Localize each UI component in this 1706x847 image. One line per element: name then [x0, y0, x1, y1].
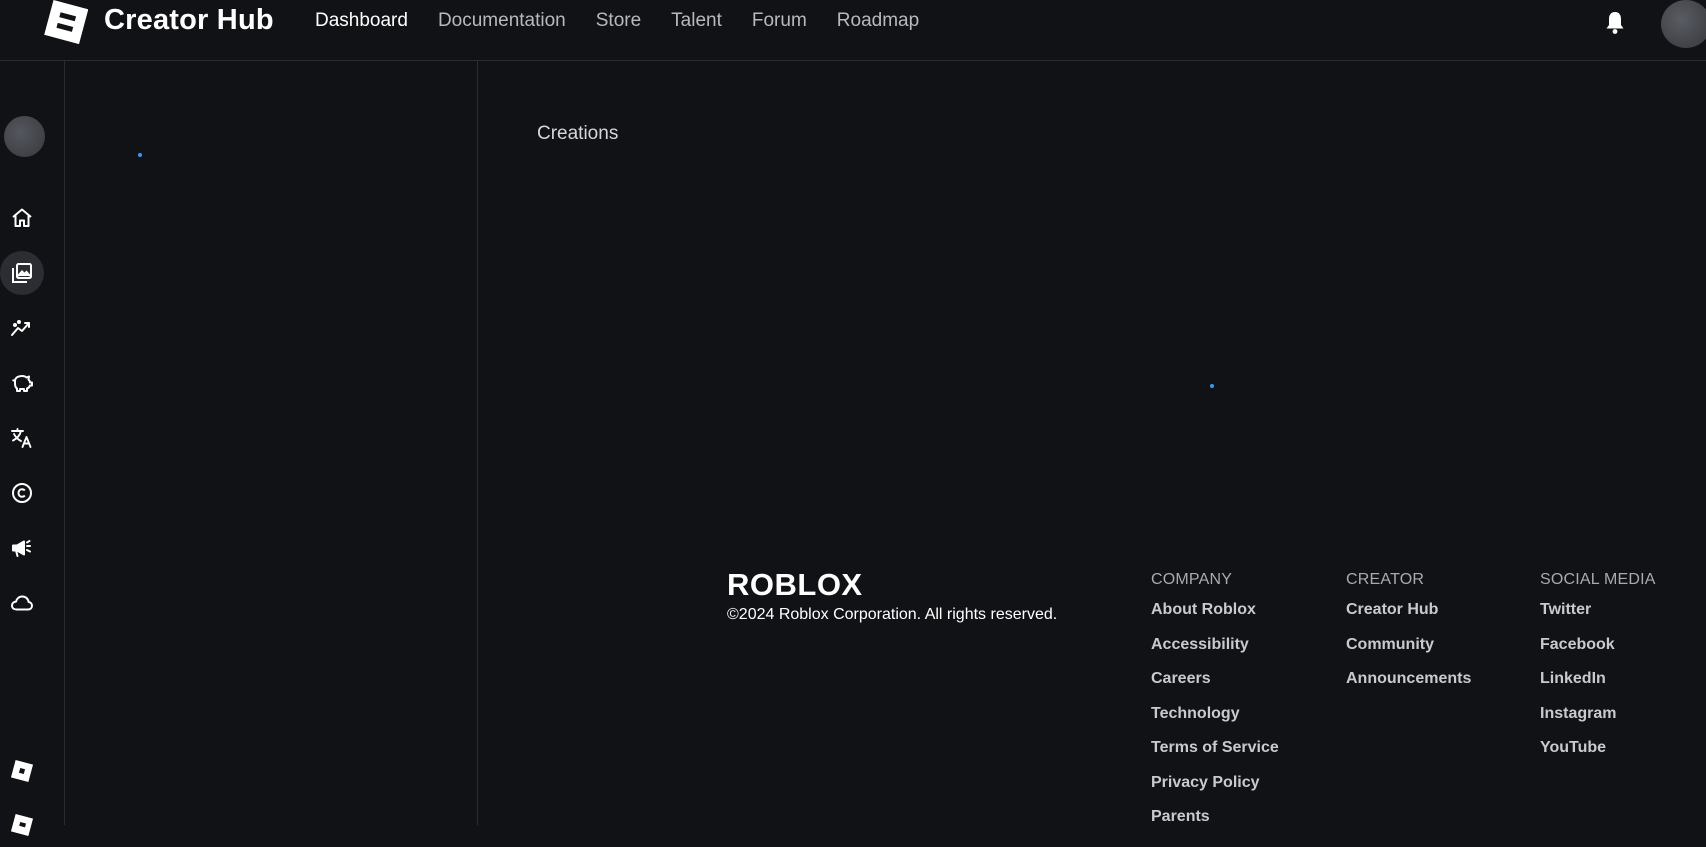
- content-loading-spinner: [1210, 384, 1214, 388]
- copyright-text: ©2024 Roblox Corporation. All rights res…: [727, 606, 1058, 623]
- nav-store[interactable]: Store: [596, 10, 641, 32]
- footer-link-accessibility[interactable]: Accessibility: [1151, 636, 1279, 671]
- secondary-side-panel: [65, 61, 478, 825]
- footer-link-parents[interactable]: Parents: [1151, 808, 1279, 843]
- nav-roadmap[interactable]: Roadmap: [837, 10, 919, 32]
- nav-forum[interactable]: Forum: [752, 10, 807, 32]
- footer-column-social-media: SOCIAL MEDIA Twitter Facebook LinkedIn I…: [1540, 571, 1656, 774]
- main-nav: Dashboard Documentation Store Talent For…: [315, 10, 949, 32]
- copyright-icon[interactable]: [0, 471, 44, 515]
- monetization-piggy-bank-icon[interactable]: [0, 361, 44, 405]
- footer-heading: CREATOR: [1346, 571, 1425, 588]
- footer-link-linkedin[interactable]: LinkedIn: [1540, 670, 1656, 705]
- nav-dashboard[interactable]: Dashboard: [315, 10, 408, 32]
- roblox-tile-icon[interactable]: [0, 749, 44, 793]
- page-title: Creations: [537, 123, 619, 144]
- footer-link-about-roblox[interactable]: About Roblox: [1151, 601, 1279, 636]
- footer-link-facebook[interactable]: Facebook: [1540, 636, 1656, 671]
- footer-link-announcements[interactable]: Announcements: [1346, 670, 1471, 705]
- nav-talent[interactable]: Talent: [671, 10, 722, 32]
- home-icon[interactable]: [0, 196, 44, 240]
- top-navigation-bar: Creator Hub Dashboard Documentation Stor…: [0, 0, 1706, 61]
- footer-link-community[interactable]: Community: [1346, 636, 1471, 671]
- footer-link-technology[interactable]: Technology: [1151, 705, 1279, 740]
- nav-documentation[interactable]: Documentation: [438, 10, 566, 32]
- creator-avatar[interactable]: [4, 116, 45, 157]
- roblox-wordmark-logo: ROBLOX: [727, 569, 863, 597]
- user-avatar[interactable]: [1661, 0, 1706, 48]
- footer-column-company: COMPANY About Roblox Accessibility Caree…: [1151, 571, 1279, 843]
- creations-gallery-icon[interactable]: [0, 251, 44, 295]
- left-icon-rail: [0, 61, 65, 837]
- footer-heading: COMPANY: [1151, 571, 1233, 588]
- brand-title[interactable]: Creator Hub: [104, 4, 274, 37]
- footer-heading: SOCIAL MEDIA: [1540, 571, 1656, 588]
- cloud-icon[interactable]: [0, 581, 44, 625]
- footer-link-youtube[interactable]: YouTube: [1540, 739, 1656, 774]
- bell-icon[interactable]: [1603, 10, 1627, 36]
- svg-text:ROBLOX: ROBLOX: [727, 569, 863, 597]
- footer-column-creator: CREATOR Creator Hub Community Announceme…: [1346, 571, 1471, 705]
- footer-link-terms-of-service[interactable]: Terms of Service: [1151, 739, 1279, 774]
- creator-hub-logo-icon[interactable]: [44, 0, 88, 46]
- footer-link-twitter[interactable]: Twitter: [1540, 601, 1656, 636]
- footer-link-creator-hub[interactable]: Creator Hub: [1346, 601, 1471, 636]
- roblox-tile-icon-partial[interactable]: [0, 803, 44, 847]
- loading-spinner: [138, 153, 142, 157]
- analytics-icon[interactable]: [0, 306, 44, 350]
- footer-link-careers[interactable]: Careers: [1151, 670, 1279, 705]
- localization-translate-icon[interactable]: [0, 416, 44, 460]
- advertising-megaphone-icon[interactable]: [0, 526, 44, 570]
- footer-link-privacy-policy[interactable]: Privacy Policy: [1151, 774, 1279, 809]
- footer-link-instagram[interactable]: Instagram: [1540, 705, 1656, 740]
